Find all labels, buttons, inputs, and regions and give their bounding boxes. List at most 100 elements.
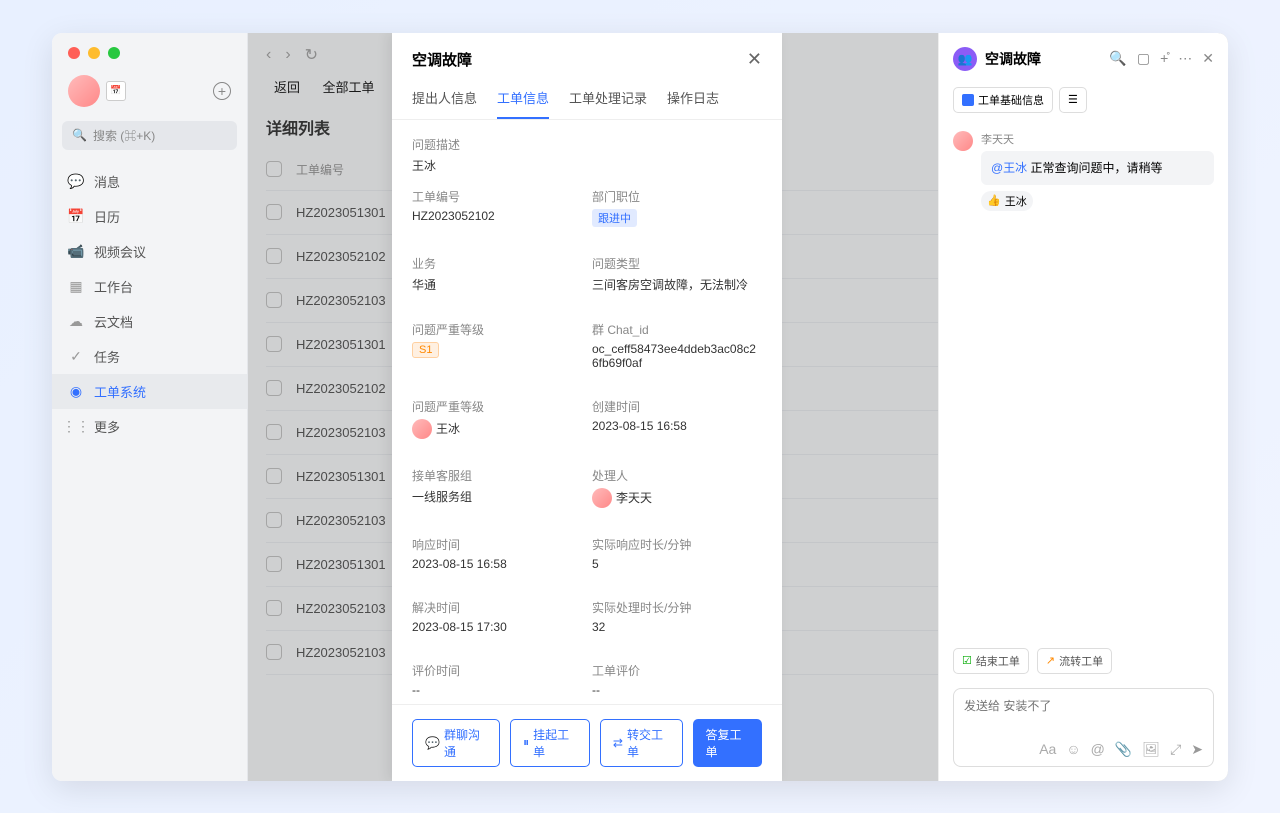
attach-icon[interactable]: 📎 <box>1115 741 1132 758</box>
hold-button[interactable]: ⏸挂起工单 <box>510 719 590 767</box>
field-value: 2023-08-15 16:58 <box>412 557 582 571</box>
close-ticket-button[interactable]: ☑结束工单 <box>953 648 1029 674</box>
chat-input[interactable] <box>964 699 1203 713</box>
field-value: -- <box>592 683 762 697</box>
nav-item-7[interactable]: ⋮⋮ 更多 <box>52 409 247 444</box>
nav-icon: ⋮⋮ <box>68 418 84 434</box>
search-input[interactable]: 🔍 搜索 (⌘+K) <box>62 121 237 150</box>
font-icon[interactable]: Aa <box>1039 741 1056 758</box>
nav: 💬 消息 📅日历📹视频会议 ▦ 工作台 ☁ 云文档 ✓任务◉工单系统 ⋮⋮ 更多 <box>52 156 247 781</box>
status-badge: 跟进中 <box>592 209 637 227</box>
nav-label: 工作台 <box>94 277 133 296</box>
expand-icon[interactable]: ⤢ <box>1170 741 1181 758</box>
video-icon[interactable]: ▢ <box>1137 50 1150 67</box>
hold-icon: ⏸ <box>523 735 529 750</box>
search-icon: 🔍 <box>72 128 87 142</box>
nav-item-5[interactable]: ✓任务 <box>52 339 247 374</box>
nav-item-6[interactable]: ◉工单系统 <box>52 374 247 409</box>
field-label: 创建时间 <box>592 398 762 415</box>
expand-chip[interactable]: ☰ <box>1059 87 1087 113</box>
nav-item-2[interactable]: 📹视频会议 <box>52 234 247 269</box>
nav-label: 任务 <box>94 347 120 366</box>
image-icon[interactable]: 🖼 <box>1142 741 1160 758</box>
chat-message: 李天天 @王冰 正常查询问题中，请稍等 👍王冰 <box>953 131 1214 211</box>
field-label: 评价时间 <box>412 662 582 679</box>
tab-0[interactable]: 提出人信息 <box>412 80 477 119</box>
emoji-icon[interactable]: ☺ <box>1066 741 1080 758</box>
field-value: HZ2023052102 <box>412 209 582 223</box>
tab-3[interactable]: 操作日志 <box>667 80 719 119</box>
nav-item-0[interactable]: 💬 消息 <box>52 164 247 199</box>
field-label: 响应时间 <box>412 536 582 553</box>
nav-icon: ◉ <box>68 383 84 399</box>
person-name: 王冰 <box>436 420 460 437</box>
field-label: 接单客服组 <box>412 467 582 484</box>
reaction[interactable]: 👍王冰 <box>981 191 1033 211</box>
field-label: 实际响应时长/分钟 <box>592 536 762 553</box>
chat-panel: 👥 空调故障 🔍 ▢ +̊ ⋯ ✕ 工单基础信息 ☰ 李天天 @王冰 正常查询问… <box>938 33 1228 781</box>
field-label: 处理人 <box>592 467 762 484</box>
forward-icon: ↗ <box>1046 654 1055 667</box>
field-label: 业务 <box>412 255 582 272</box>
nav-item-4[interactable]: ☁ 云文档 <box>52 304 247 339</box>
msg-bubble: @王冰 正常查询问题中，请稍等 <box>981 151 1214 185</box>
field-value: 三间客房空调故障，无法制冷 <box>592 276 762 293</box>
maximize-window-button[interactable] <box>108 47 120 59</box>
group-chat-button[interactable]: 💬群聊沟通 <box>412 719 500 767</box>
search-icon[interactable]: 🔍 <box>1109 50 1126 67</box>
field-value: 2023-08-15 17:30 <box>412 620 582 634</box>
field-value: oc_ceff58473ee4ddeb3ac08c26fb69f0af <box>592 342 762 370</box>
nav-label: 消息 <box>94 172 120 191</box>
nav-label: 更多 <box>94 417 120 436</box>
nav-item-3[interactable]: ▦ 工作台 <box>52 269 247 304</box>
msg-avatar[interactable] <box>953 131 973 151</box>
panel-title: 空调故障 <box>412 49 472 70</box>
send-icon[interactable]: ➤ <box>1191 741 1203 758</box>
more-icon[interactable]: ⋯ <box>1178 50 1192 67</box>
person-avatar <box>412 419 432 439</box>
group-icon: 👥 <box>953 47 977 71</box>
person-avatar <box>592 488 612 508</box>
field-label: 问题严重等级 <box>412 321 582 338</box>
mention-icon[interactable]: @ <box>1091 741 1105 758</box>
mention[interactable]: @王冰 <box>991 161 1027 175</box>
transfer-button[interactable]: ⇄转交工单 <box>600 719 684 767</box>
field-label: 解决时间 <box>412 599 582 616</box>
chat-body: 李天天 @王冰 正常查询问题中，请稍等 👍王冰 <box>939 119 1228 640</box>
field-value: -- <box>412 683 582 697</box>
close-window-button[interactable] <box>68 47 80 59</box>
thumbs-up-icon: 👍 <box>987 194 1001 207</box>
field-label: 问题严重等级 <box>412 398 582 415</box>
detail-panel: 空调故障 ✕ 提出人信息工单信息工单处理记录操作日志 问题描述 王冰 工单编号H… <box>392 33 782 781</box>
panel-footer: 💬群聊沟通 ⏸挂起工单 ⇄转交工单 答复工单 <box>392 704 782 781</box>
field-value: 2023-08-15 16:58 <box>592 419 762 433</box>
avatar[interactable] <box>68 75 100 107</box>
chip-icon <box>962 94 974 106</box>
nav-icon: ▦ <box>68 278 84 294</box>
field-label: 工单评价 <box>592 662 762 679</box>
reply-button[interactable]: 答复工单 <box>693 719 762 767</box>
nav-icon: 💬 <box>68 173 84 189</box>
add-member-icon[interactable]: +̊ <box>1160 50 1168 67</box>
search-placeholder: 搜索 (⌘+K) <box>93 127 155 144</box>
tab-1[interactable]: 工单信息 <box>497 80 549 119</box>
add-button[interactable]: + <box>213 82 231 100</box>
nav-icon: 📅 <box>68 208 84 224</box>
calendar-icon[interactable]: 📅 <box>106 81 126 101</box>
field-label: 工单编号 <box>412 188 582 205</box>
field-value: 王冰 <box>412 157 762 174</box>
nav-icon: 📹 <box>68 243 84 259</box>
nav-item-1[interactable]: 📅日历 <box>52 199 247 234</box>
close-icon[interactable]: ✕ <box>747 49 762 70</box>
ticket-info-chip[interactable]: 工单基础信息 <box>953 87 1053 113</box>
tab-2[interactable]: 工单处理记录 <box>569 80 647 119</box>
chat-icon: 💬 <box>425 736 440 750</box>
minimize-window-button[interactable] <box>88 47 100 59</box>
field-label: 部门职位 <box>592 188 762 205</box>
user-row: 📅 + <box>52 67 247 115</box>
forward-ticket-button[interactable]: ↗流转工单 <box>1037 648 1112 674</box>
close-chat-icon[interactable]: ✕ <box>1202 50 1214 67</box>
nav-icon: ☁ <box>68 313 84 329</box>
field-value: 华通 <box>412 276 582 293</box>
nav-label: 云文档 <box>94 312 133 331</box>
